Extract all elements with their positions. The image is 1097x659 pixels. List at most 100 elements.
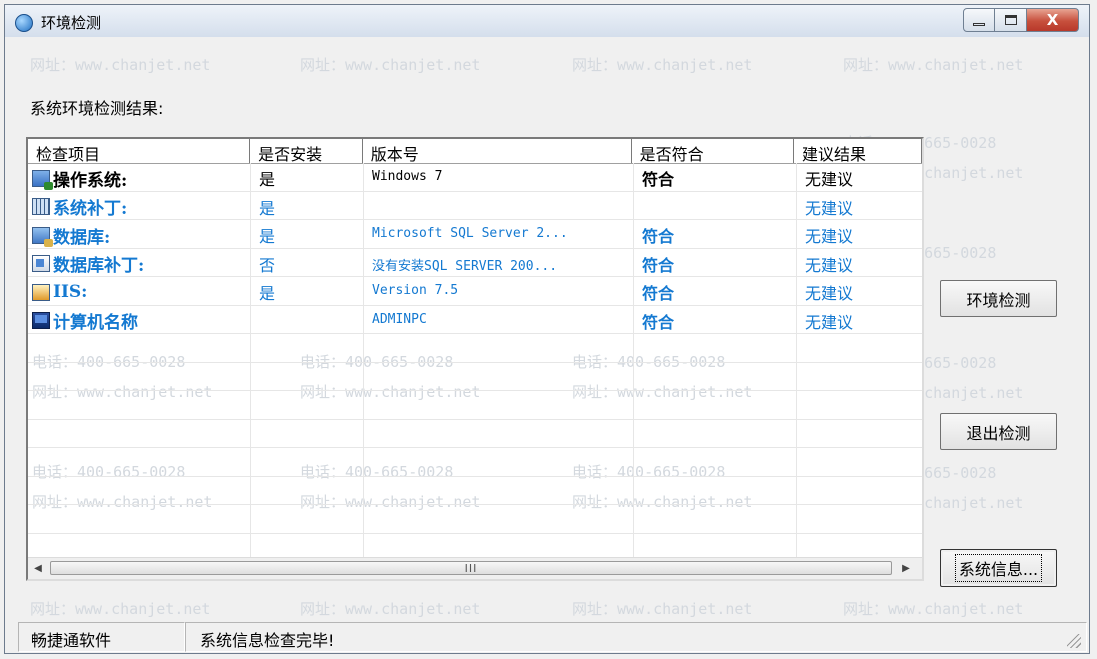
suggestion-cell: 无建议: [805, 284, 854, 303]
table-row[interactable]: IIS: 是 Version 7.5 符合 无建议: [28, 277, 922, 306]
empty-cell: [364, 419, 634, 447]
scroll-thumb[interactable]: III: [50, 561, 892, 575]
column-header-compliant[interactable]: 是否符合: [632, 139, 795, 163]
empty-cell: [251, 419, 364, 447]
app-globe-icon: [15, 14, 33, 32]
version-cell: Version 7.5: [364, 277, 634, 305]
title-bar[interactable]: 环境检测 X: [5, 5, 1089, 37]
item-label: 数据库补丁:: [53, 256, 145, 276]
table-row: [28, 362, 922, 391]
iis-icon: [32, 283, 50, 301]
empty-cell: [364, 391, 634, 419]
compliant-cell: 符合: [634, 220, 797, 248]
empty-cell: [28, 448, 251, 476]
environment-check-button[interactable]: 环境检测: [940, 280, 1057, 317]
empty-cell: [634, 448, 797, 476]
empty-cell: [364, 334, 634, 362]
resize-grip-icon[interactable]: [1067, 634, 1081, 648]
version-cell: ADMINPC: [364, 305, 634, 333]
installed-cell: 是: [251, 191, 364, 219]
table-row: [28, 391, 922, 420]
status-bar: 畅捷通软件 系统信息检查完毕!: [18, 622, 1087, 652]
horizontal-scrollbar[interactable]: ◀ III ▶: [28, 557, 922, 579]
empty-cell: [364, 448, 634, 476]
maximize-button[interactable]: [995, 8, 1027, 32]
table-row[interactable]: 计算机名称 ADMINPC 符合 无建议: [28, 305, 922, 334]
table-row[interactable]: 操作系统: 是 Windows 7 符合 无建议: [28, 163, 922, 192]
empty-cell: [364, 362, 634, 390]
installed-cell: 是: [251, 277, 364, 305]
table-row[interactable]: 系统补丁: 是 无建议: [28, 191, 922, 220]
close-button[interactable]: X: [1027, 8, 1079, 32]
suggestion-cell: 无建议: [805, 255, 854, 275]
empty-cell: [28, 391, 251, 419]
item-label: 系统补丁:: [53, 199, 128, 219]
column-header-suggestion[interactable]: 建议结果: [794, 139, 922, 163]
empty-cell: [28, 419, 251, 447]
empty-cell: [797, 477, 922, 505]
item-label: 计算机名称: [53, 313, 138, 333]
empty-cell: [634, 334, 797, 362]
computer-icon: [32, 312, 50, 330]
status-company: 畅捷通软件: [18, 622, 185, 652]
table-row: [28, 505, 922, 534]
system-info-button[interactable]: 系统信息...: [940, 549, 1057, 587]
item-cell: 系统补丁:: [28, 191, 251, 219]
database-icon: [32, 226, 53, 247]
minimize-icon: [973, 22, 985, 26]
version-cell: 没有安装SQL SERVER 200...: [364, 248, 634, 276]
list-header: 检查项目 是否安装 版本号 是否符合 建议结果: [28, 139, 922, 164]
suggestion-cell: 无建议: [805, 198, 854, 218]
suggestion-cell: 无建议: [805, 227, 854, 246]
item-cell: 数据库补丁:: [28, 248, 251, 276]
compliant-cell: 符合: [634, 248, 797, 276]
results-list[interactable]: 电话：400-665-0028 电话：400-665-0028 电话：400-6…: [26, 137, 924, 581]
empty-cell: [797, 448, 922, 476]
exit-check-button[interactable]: 退出检测: [940, 413, 1057, 450]
version-cell: Windows 7: [364, 163, 634, 191]
column-header-item[interactable]: 检查项目: [28, 139, 251, 163]
patch-icon: [32, 198, 50, 216]
empty-cell: [251, 448, 364, 476]
table-row[interactable]: 数据库补丁: 否 没有安装SQL SERVER 200... 符合 无建议: [28, 248, 922, 277]
empty-cell: [634, 476, 797, 504]
item-cell: 操作系统:: [28, 163, 251, 191]
system-info-label: 系统信息...: [954, 554, 1043, 582]
thumb-grip-icon: III: [464, 561, 478, 575]
table-row: [28, 448, 922, 477]
empty-cell: [364, 505, 634, 533]
empty-cell: [251, 362, 364, 390]
compliant-cell: 符合: [634, 277, 797, 305]
caption-buttons: X: [963, 8, 1079, 32]
empty-cell: [797, 505, 922, 533]
item-cell: 数据库:: [28, 220, 251, 248]
maximize-icon: [1004, 15, 1017, 25]
compliant-cell: [634, 191, 797, 219]
empty-cell: [797, 363, 922, 391]
table-row[interactable]: 数据库: 是 Microsoft SQL Server 2... 符合 无建议: [28, 220, 922, 249]
installed-cell: 是: [251, 220, 364, 248]
scroll-right-arrow-icon[interactable]: ▶: [896, 558, 916, 579]
status-message: 系统信息检查完毕!: [185, 622, 1087, 652]
table-row: [28, 476, 922, 505]
empty-cell: [251, 476, 364, 504]
empty-cell: [28, 476, 251, 504]
version-cell: Microsoft SQL Server 2...: [364, 220, 634, 248]
empty-cell: [28, 334, 251, 362]
empty-cell: [634, 391, 797, 419]
empty-cell: [634, 419, 797, 447]
empty-cell: [634, 505, 797, 533]
scroll-left-arrow-icon[interactable]: ◀: [28, 558, 48, 579]
compliant-cell: 符合: [634, 163, 797, 191]
list-rows: 操作系统: 是 Windows 7 符合 无建议 系统补丁: 是 无建议 数据库…: [28, 163, 922, 562]
item-label: 操作系统:: [53, 170, 128, 191]
column-header-version[interactable]: 版本号: [363, 139, 632, 163]
minimize-button[interactable]: [963, 8, 995, 32]
column-header-installed[interactable]: 是否安装: [250, 139, 363, 163]
installed-cell: 是: [251, 163, 364, 191]
close-icon: X: [1046, 11, 1059, 29]
suggestion-cell: 无建议: [805, 312, 854, 332]
item-cell: IIS:: [28, 277, 251, 305]
empty-cell: [28, 505, 251, 533]
empty-cell: [634, 362, 797, 390]
